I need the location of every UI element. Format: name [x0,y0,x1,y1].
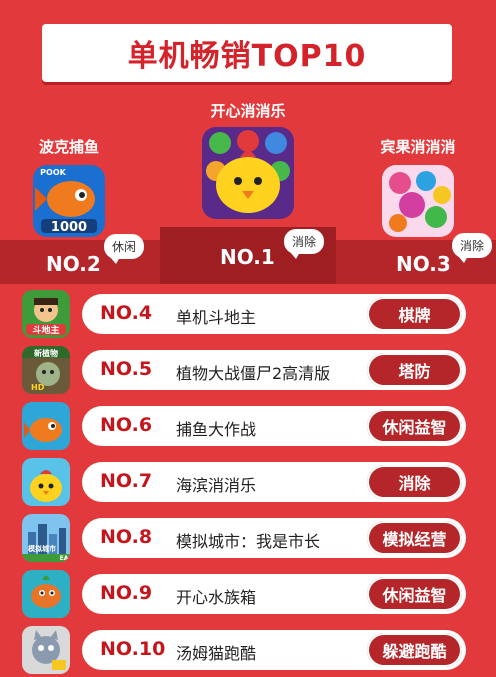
tag-bubble-1: 消除 [284,229,325,259]
tom-cat-icon [22,626,70,674]
list-item[interactable]: NO.6 捕鱼大作战 休闲益智 [0,400,496,452]
beach-chicken-icon [22,458,70,506]
list-item[interactable]: 新植物 HD NO.5 植物大战僵尸2高清版 塔防 [0,344,496,396]
item-rank: NO.4 [100,302,153,324]
item-rank: NO.7 [100,470,153,492]
pook-text: POOK [40,168,66,177]
list-item[interactable]: 斗地主 NO.4 单机斗地主 棋牌 [0,288,496,340]
item-name: 单机斗地主 [176,308,257,327]
item-tag: 休闲益智 [367,409,462,443]
item-tag: 休闲益智 [367,577,462,611]
fish-battle-icon [22,402,70,450]
aquarium-icon [22,570,70,618]
list-item[interactable]: 模拟城市 EA NO.8 模拟城市：我是市长 模拟经营 [0,512,496,564]
item-rank: NO.8 [100,526,153,548]
item-pill: NO.8 模拟城市：我是市长 模拟经营 [82,518,466,558]
item-tag: 塔防 [367,353,462,387]
zombie-icon: 新植物 HD [22,346,70,394]
item-pill: NO.10 汤姆猫跑酷 躲避跑酷 [82,630,466,670]
landlord-text: 斗地主 [32,324,59,336]
city-text: 模拟城市 [28,544,56,553]
item-name: 汤姆猫跑酷 [176,644,257,663]
item-tag: 躲避跑酷 [367,633,462,667]
list-item[interactable]: NO.9 开心水族箱 休闲益智 [0,568,496,620]
city-icon: 模拟城市 EA [22,514,70,562]
candy-icon [382,165,454,237]
item-pill: NO.6 捕鱼大作战 休闲益智 [82,406,466,446]
item-rank: NO.6 [100,414,153,436]
item-name: 海滨消消乐 [176,476,257,495]
item-pill: NO.4 单机斗地主 棋牌 [82,294,466,334]
item-name: 开心水族箱 [176,588,257,607]
item-tag: 模拟经营 [367,521,462,555]
ea-text: EA [60,555,69,562]
top-app-2[interactable]: 波克捕鱼 1000 POOK [26,136,112,237]
item-tag: 消除 [367,465,462,499]
rank-1-label: NO.1 [220,245,275,269]
item-rank: NO.9 [100,582,153,604]
item-rank: NO.10 [100,638,166,660]
item-name: 捕鱼大作战 [176,420,257,439]
app-name: 开心消消乐 [210,102,286,120]
app-name: 宾果消消消 [380,138,456,156]
app-name: 波克捕鱼 [38,138,99,156]
top-app-1[interactable]: 开心消消乐 [190,100,306,219]
title-banner: 单机畅销TOP10 [42,24,452,82]
hd-text: HD [31,383,45,392]
score-text: 1000 [51,220,87,235]
rank-2-label: NO.2 [46,252,101,276]
fish-icon: 1000 POOK [33,165,105,237]
item-pill: NO.7 海滨消消乐 消除 [82,462,466,502]
tag-bubble-3: 消除 [452,233,493,263]
item-pill: NO.9 开心水族箱 休闲益智 [82,574,466,614]
rank-3-label: NO.3 [396,252,451,276]
landlord-icon: 斗地主 [22,290,70,338]
item-name: 植物大战僵尸2高清版 [176,364,331,383]
item-name: 模拟城市：我是市长 [176,532,321,551]
page-title: 单机畅销TOP10 [127,39,367,74]
list-item[interactable]: NO.7 海滨消消乐 消除 [0,456,496,508]
list-item[interactable]: NO.10 汤姆猫跑酷 躲避跑酷 [0,624,496,676]
top-app-3[interactable]: 宾果消消消 [366,136,470,237]
tag-bubble-2: 休闲 [104,234,145,264]
pvz-text: 新植物 [34,348,58,358]
item-tag: 棋牌 [367,297,462,331]
item-pill: NO.5 植物大战僵尸2高清版 塔防 [82,350,466,390]
chicken-icon [202,127,294,219]
item-rank: NO.5 [100,358,153,380]
